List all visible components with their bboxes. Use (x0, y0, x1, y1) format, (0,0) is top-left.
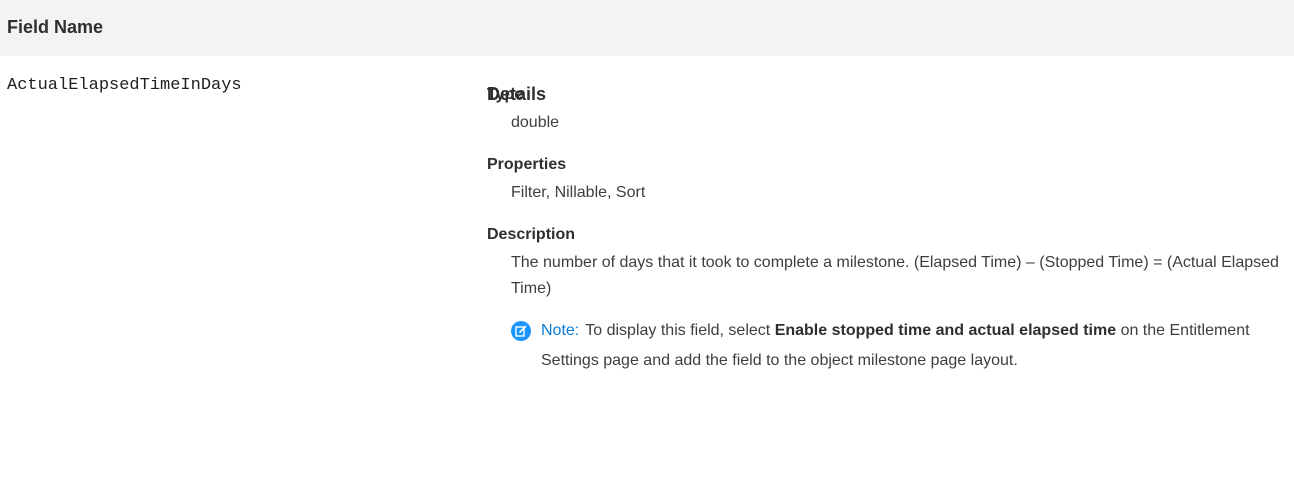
field-name-value: ActualElapsedTimeInDays (7, 76, 242, 95)
type-value: double (511, 114, 560, 131)
description-value: The number of days that it took to compl… (511, 254, 1279, 297)
type-label: Type (487, 86, 524, 103)
field-name-header: Field Name (7, 17, 104, 37)
edit-note-icon (511, 321, 531, 341)
description-block: Description The number of days that it t… (487, 224, 1287, 302)
properties-block: Properties Filter, Nillable, Sort (487, 154, 1287, 206)
properties-value: Filter, Nillable, Sort (511, 184, 646, 201)
note-callout: Note: To display this field, select Enabl… (511, 316, 1294, 376)
table-header: Field Name Details (0, 0, 1294, 104)
field-details: Type double Properties Filter, Nillable,… (487, 84, 1287, 376)
description-label: Description (487, 226, 576, 243)
type-block: Type double (487, 84, 1287, 136)
properties-label: Properties (487, 156, 567, 173)
note-bold-text: Enable stopped time and actual elapsed t… (774, 322, 1117, 339)
note-text-before: To display this field, select (585, 322, 771, 339)
note-label: Note: (541, 322, 580, 339)
